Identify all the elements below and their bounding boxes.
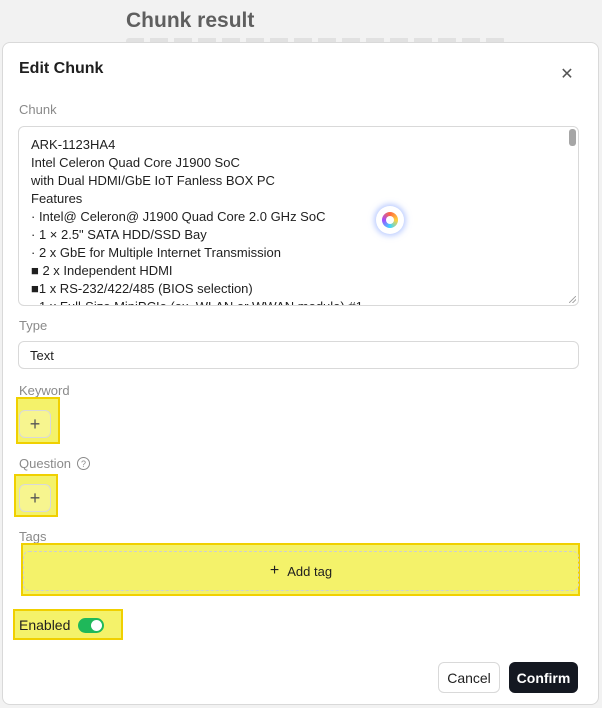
chunk-line: · Intel@ Celeron@ J1900 Quad Core 2.0 GH… (31, 209, 326, 224)
chunk-line: · 1 x Full-Size MiniPCIe (ex. WLAN or WW… (31, 298, 558, 305)
resize-handle[interactable] (569, 296, 576, 303)
chunk-line: Features (31, 191, 83, 206)
edit-chunk-dialog: Edit Chunk ✕ Chunk ARK-1123HA4 Intel Cele… (2, 42, 599, 705)
add-tag-button[interactable]: + Add tag (23, 551, 579, 591)
help-icon[interactable]: ? (77, 457, 90, 470)
cancel-button[interactable]: Cancel (438, 662, 500, 693)
scrollbar-thumb[interactable] (569, 129, 576, 146)
keyword-label: Keyword (19, 383, 70, 398)
enabled-toggle[interactable] (78, 617, 105, 633)
add-question-button[interactable]: + (19, 484, 51, 512)
chunk-line: · 2 x GbE for Multiple Internet Transmis… (31, 245, 281, 260)
toggle-knob (91, 619, 103, 631)
background-page-title: Chunk result (126, 9, 255, 32)
chunk-line: ■ 2 x Independent HDMI (31, 263, 173, 278)
add-keyword-button[interactable]: + (19, 410, 51, 438)
type-label: Type (19, 318, 48, 333)
chunk-line: ■1 x RS-232/422/485 (BIOS selection) (31, 281, 253, 296)
chunk-line: ARK-1123HA4 (31, 137, 116, 152)
question-label: Question (19, 456, 72, 471)
add-tag-label: Add tag (287, 563, 333, 579)
assistant-orb-icon[interactable] (376, 206, 404, 234)
dialog-title: Edit Chunk (19, 60, 104, 77)
type-field[interactable]: Text (18, 341, 579, 369)
enabled-label: Enabled (19, 617, 71, 633)
chunk-line: Intel Celeron Quad Core J1900 SoC (31, 155, 240, 170)
plus-icon: + (269, 562, 280, 579)
chunk-line: · 1 × 2.5" SATA HDD/SSD Bay (31, 227, 207, 242)
close-icon[interactable]: ✕ (558, 65, 576, 83)
chunk-textarea[interactable]: ARK-1123HA4 Intel Celeron Quad Core J1900… (18, 126, 579, 306)
chunk-text: ARK-1123HA4 Intel Celeron Quad Core J1900… (31, 136, 558, 305)
plus-icon: + (29, 413, 41, 434)
tags-label: Tags (19, 529, 47, 544)
enabled-row: Enabled (18, 612, 122, 638)
plus-icon: + (29, 487, 41, 508)
chunk-label: Chunk (19, 102, 57, 117)
confirm-button[interactable]: Confirm (509, 662, 578, 693)
chunk-line: with Dual HDMI/GbE IoT Fanless BOX PC (31, 173, 275, 188)
